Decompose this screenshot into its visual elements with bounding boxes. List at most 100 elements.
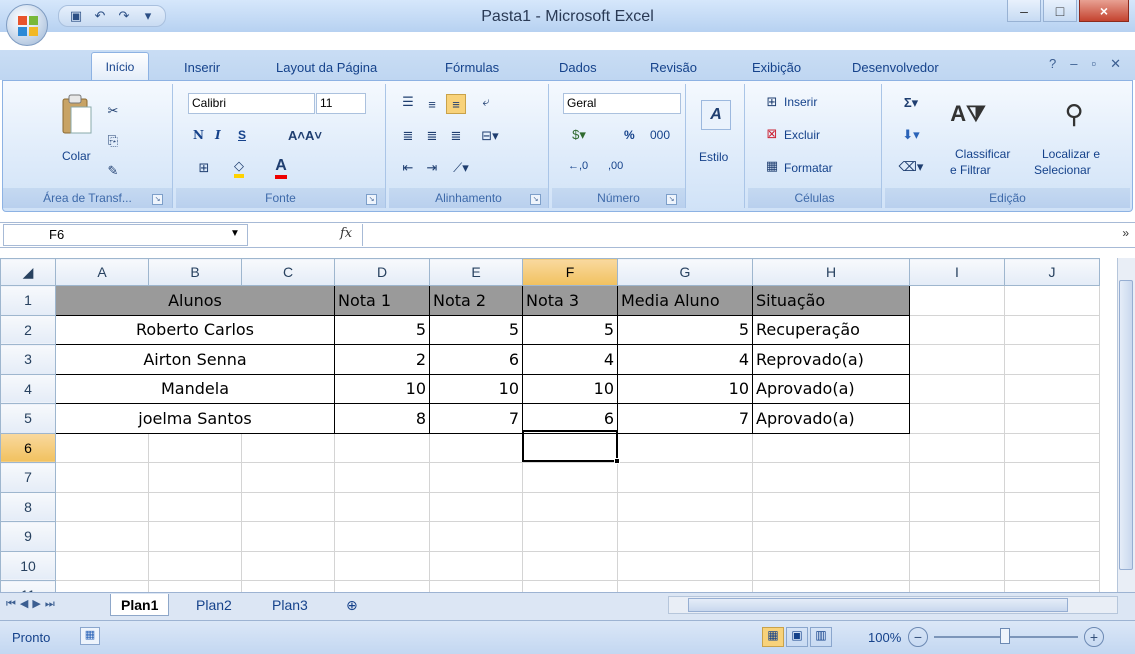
cell-aluno[interactable]: Mandela [55, 373, 335, 404]
format-cells-icon[interactable]: ▦ [764, 158, 780, 174]
column-header-a[interactable]: A [55, 258, 149, 286]
horizontal-scroll-thumb[interactable] [688, 598, 1068, 612]
cell[interactable] [617, 462, 753, 493]
cell[interactable] [909, 403, 1005, 434]
cell[interactable] [909, 344, 1005, 375]
zoom-slider-thumb[interactable] [1000, 628, 1010, 644]
cell-media[interactable]: 5 [617, 314, 753, 345]
redo-icon[interactable]: ↷ [115, 7, 133, 25]
align-right-icon[interactable]: ≣ [446, 126, 466, 146]
cell[interactable] [55, 432, 149, 463]
header-alunos[interactable]: Alunos [55, 285, 335, 316]
sort-filter-label-1[interactable]: Classificar [955, 147, 1010, 161]
cell[interactable] [522, 462, 618, 493]
save-icon[interactable]: ▣ [67, 7, 85, 25]
cell-nota3[interactable]: 10 [522, 373, 618, 404]
cell[interactable] [429, 491, 523, 522]
cell[interactable] [429, 580, 523, 592]
cell[interactable] [909, 285, 1005, 316]
delete-cells-icon[interactable]: ⊠ [764, 126, 780, 142]
insert-function-button[interactable]: fx [340, 226, 352, 241]
cell[interactable] [148, 550, 242, 581]
cell-nota2[interactable]: 5 [429, 314, 523, 345]
tab-dados[interactable]: Dados [559, 57, 597, 79]
sheet-tab-plan2[interactable]: Plan2 [186, 594, 242, 616]
cell[interactable] [909, 491, 1005, 522]
clipboard-launcher-icon[interactable]: ↘ [152, 194, 163, 205]
cell[interactable] [522, 491, 618, 522]
header-nota1[interactable]: Nota 1 [334, 285, 430, 316]
decrease-indent-icon[interactable]: ⇤ [398, 158, 418, 178]
cell[interactable] [752, 462, 910, 493]
percent-style-button[interactable]: % [624, 128, 635, 142]
zoom-in-icon[interactable]: + [1084, 627, 1104, 647]
cell[interactable] [617, 491, 753, 522]
cell-nota1[interactable]: 10 [334, 373, 430, 404]
ribbon-minimize-icon[interactable]: – [1070, 56, 1077, 72]
help-icon[interactable]: ? [1049, 56, 1056, 72]
cell-situacao[interactable]: Aprovado(a) [752, 373, 910, 404]
column-header-c[interactable]: C [241, 258, 335, 286]
cell[interactable] [909, 462, 1005, 493]
font-size-select[interactable]: 11 [316, 93, 366, 114]
copy-icon[interactable]: ⎘ [104, 132, 122, 150]
find-select-label-2[interactable]: Selecionar [1034, 163, 1091, 177]
cell[interactable] [241, 521, 335, 552]
cell[interactable] [241, 432, 335, 463]
cell[interactable] [241, 462, 335, 493]
align-left-icon[interactable]: ≣ [398, 126, 418, 146]
cell-f6[interactable] [522, 432, 618, 463]
cell[interactable] [1004, 491, 1100, 522]
header-situacao[interactable]: Situação [752, 285, 910, 316]
cell[interactable] [522, 580, 618, 592]
insert-cells-icon[interactable]: ⊞ [764, 94, 780, 110]
accounting-format-icon[interactable]: $▾ [564, 124, 594, 146]
cell-media[interactable]: 7 [617, 403, 753, 434]
fill-color-icon[interactable]: ◇ [226, 158, 252, 178]
header-nota3[interactable]: Nota 3 [522, 285, 618, 316]
format-cells-label[interactable]: Formatar [784, 161, 833, 175]
cell[interactable] [909, 521, 1005, 552]
column-header-b[interactable]: B [148, 258, 242, 286]
cell-nota1[interactable]: 5 [334, 314, 430, 345]
cell[interactable] [334, 521, 430, 552]
cell[interactable] [55, 550, 149, 581]
cell[interactable] [55, 580, 149, 592]
cell[interactable] [752, 580, 910, 592]
bold-button[interactable]: N [193, 128, 204, 142]
macro-record-icon[interactable]: ▦ [80, 627, 100, 645]
cell[interactable] [148, 462, 242, 493]
zoom-out-icon[interactable]: − [908, 627, 928, 647]
cell[interactable] [617, 550, 753, 581]
column-header-e[interactable]: E [429, 258, 523, 286]
cell[interactable] [909, 580, 1005, 592]
cell[interactable] [1004, 432, 1100, 463]
ribbon-restore-icon[interactable]: ▫ [1091, 56, 1096, 72]
cell[interactable] [909, 432, 1005, 463]
cell[interactable] [1004, 314, 1100, 345]
cell-nota1[interactable]: 8 [334, 403, 430, 434]
vertical-scroll-thumb[interactable] [1119, 280, 1133, 570]
cell-situacao[interactable]: Reprovado(a) [752, 344, 910, 375]
borders-icon[interactable]: ⊞ [194, 158, 214, 178]
name-box[interactable]: F6 [3, 224, 248, 246]
row-header-6[interactable]: 6 [0, 432, 56, 463]
cell[interactable] [1004, 462, 1100, 493]
row-header-8[interactable]: 8 [0, 491, 56, 522]
row-header-3[interactable]: 3 [0, 344, 56, 375]
maximize-button[interactable]: □ [1043, 0, 1077, 22]
cell[interactable] [55, 491, 149, 522]
wrap-text-icon[interactable]: ⤶ [476, 92, 496, 112]
cell[interactable] [429, 432, 523, 463]
cell-nota3[interactable]: 4 [522, 344, 618, 375]
format-painter-icon[interactable]: ✎ [104, 162, 122, 180]
column-header-d[interactable]: D [334, 258, 430, 286]
sheet-tab-plan3[interactable]: Plan3 [262, 594, 318, 616]
row-header-2[interactable]: 2 [0, 314, 56, 345]
font-name-select[interactable]: Calibri [188, 93, 315, 114]
cell-aluno[interactable]: Airton Senna [55, 344, 335, 375]
styles-label[interactable]: Estilo [699, 150, 728, 164]
insert-cells-label[interactable]: Inserir [784, 95, 817, 109]
normal-view-icon[interactable]: ▦ [762, 627, 784, 647]
row-header-5[interactable]: 5 [0, 403, 56, 434]
